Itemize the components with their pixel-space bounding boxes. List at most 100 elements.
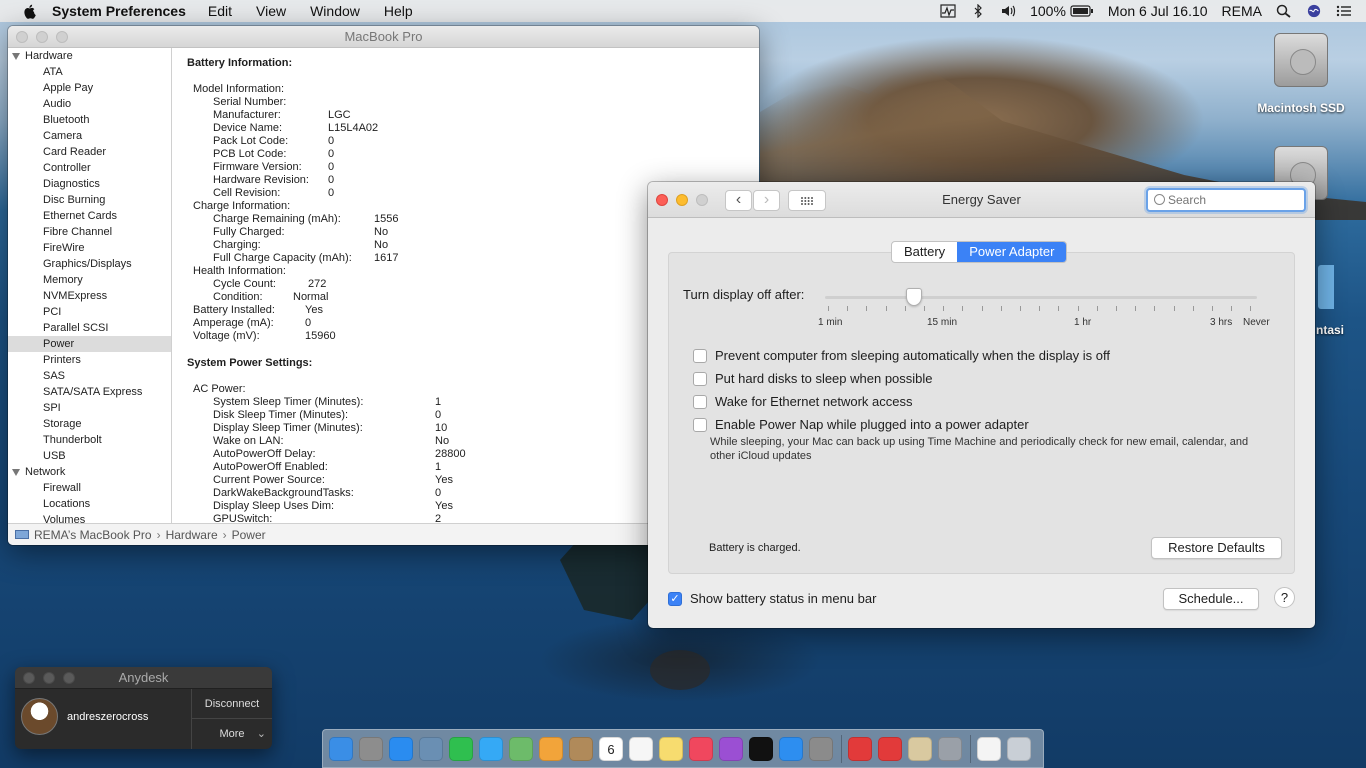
battery-percentage[interactable]: 100% — [1030, 3, 1066, 19]
zoom-button[interactable] — [696, 194, 708, 206]
maps-icon[interactable] — [509, 736, 533, 761]
sidebar-item-ata[interactable]: ATA — [8, 64, 171, 80]
facetime-icon[interactable] — [449, 736, 473, 761]
disclosure-triangle-icon[interactable] — [12, 468, 20, 476]
disclosure-triangle-icon[interactable] — [12, 52, 20, 60]
music-icon[interactable] — [689, 736, 713, 761]
help-button[interactable]: ? — [1274, 587, 1295, 608]
slider-knob[interactable] — [906, 288, 922, 306]
sidebar-item-usb[interactable]: USB — [8, 448, 171, 464]
option-wake-ethernet[interactable]: Wake for Ethernet network access — [693, 394, 913, 409]
minimize-button[interactable] — [43, 672, 55, 684]
breadcrumb-computer[interactable]: REMA’s MacBook Pro — [34, 528, 152, 542]
launchpad-icon[interactable] — [359, 736, 383, 761]
sidebar-item-graphics-displays[interactable]: Graphics/Displays — [8, 256, 171, 272]
sidebar-item-hardware[interactable]: Hardware — [8, 48, 171, 64]
menu-view[interactable]: View — [256, 3, 286, 19]
finder-icon[interactable] — [329, 736, 353, 761]
minimize-button[interactable] — [36, 31, 48, 43]
menu-help[interactable]: Help — [384, 3, 413, 19]
option-show-battery-status[interactable]: ✓ Show battery status in menu bar — [668, 591, 876, 606]
document-icon[interactable] — [977, 736, 1001, 761]
sidebar-item-pci[interactable]: PCI — [8, 304, 171, 320]
sidebar-item-bluetooth[interactable]: Bluetooth — [8, 112, 171, 128]
sidebar-item-audio[interactable]: Audio — [8, 96, 171, 112]
photos-icon[interactable] — [539, 736, 563, 761]
bluetooth-icon[interactable] — [970, 4, 986, 18]
wake-ethernet-checkbox[interactable] — [693, 394, 707, 409]
tab-power-adapter[interactable]: Power Adapter — [957, 242, 1067, 262]
calendar-icon[interactable]: 6 — [599, 736, 623, 761]
reminders-icon[interactable] — [629, 736, 653, 761]
sidebar-item-disc-burning[interactable]: Disc Burning — [8, 192, 171, 208]
sidebar-item-network[interactable]: Network — [8, 464, 171, 480]
sidebar-item-fibre-channel[interactable]: Fibre Channel — [8, 224, 171, 240]
restore-defaults-button[interactable]: Restore Defaults — [1151, 537, 1282, 559]
sidebar-item-card-reader[interactable]: Card Reader — [8, 144, 171, 160]
script-editor-icon[interactable] — [908, 736, 932, 761]
option-disk-sleep[interactable]: Put hard disks to sleep when possible — [693, 371, 933, 386]
tv-icon[interactable] — [749, 736, 773, 761]
minimize-button[interactable] — [676, 194, 688, 206]
menu-app-name[interactable]: System Preferences — [52, 3, 186, 19]
siri-icon[interactable] — [1306, 4, 1322, 18]
show-battery-status-checkbox[interactable]: ✓ — [668, 591, 682, 606]
sidebar-item-controller[interactable]: Controller — [8, 160, 171, 176]
battery-icon[interactable] — [1070, 4, 1094, 18]
display-off-slider[interactable] — [825, 296, 1257, 299]
volume-icon[interactable] — [1000, 4, 1016, 18]
sidebar-item-firewire[interactable]: FireWire — [8, 240, 171, 256]
more-button[interactable]: More ⌄ — [192, 719, 272, 749]
sidebar-item-apple-pay[interactable]: Apple Pay — [8, 80, 171, 96]
schedule-button[interactable]: Schedule... — [1163, 588, 1259, 610]
breadcrumb-power[interactable]: Power — [232, 528, 266, 542]
search-input[interactable] — [1146, 188, 1306, 212]
option-prevent-sleep[interactable]: Prevent computer from sleeping automatic… — [693, 348, 1110, 363]
apple-menu-icon[interactable] — [22, 3, 38, 19]
sidebar-item-ethernet-cards[interactable]: Ethernet Cards — [8, 208, 171, 224]
sidebar-item-power[interactable]: Power — [8, 336, 171, 352]
system-preferences-icon[interactable] — [809, 736, 833, 761]
safari-icon[interactable] — [389, 736, 413, 761]
show-all-button[interactable] — [788, 190, 826, 211]
messages-icon[interactable] — [479, 736, 503, 761]
sidebar-item-camera[interactable]: Camera — [8, 128, 171, 144]
disk-sleep-checkbox[interactable] — [693, 371, 707, 386]
menu-edit[interactable]: Edit — [208, 3, 232, 19]
anydesk-2-icon[interactable] — [878, 736, 902, 761]
sidebar-item-firewall[interactable]: Firewall — [8, 480, 171, 496]
prevent-sleep-checkbox[interactable] — [693, 348, 707, 363]
sidebar-item-nvmexpress[interactable]: NVMExpress — [8, 288, 171, 304]
disk-utility-icon[interactable] — [938, 736, 962, 761]
spotlight-icon[interactable] — [1276, 4, 1292, 18]
tab-battery[interactable]: Battery — [892, 242, 957, 262]
sidebar-item-spi[interactable]: SPI — [8, 400, 171, 416]
breadcrumb-hardware[interactable]: Hardware — [166, 528, 218, 542]
sidebar-item-thunderbolt[interactable]: Thunderbolt — [8, 432, 171, 448]
preview-icon[interactable] — [419, 736, 443, 761]
zoom-button[interactable] — [56, 31, 68, 43]
option-power-nap[interactable]: Enable Power Nap while plugged into a po… — [693, 417, 1029, 432]
sidebar-item-volumes[interactable]: Volumes — [8, 512, 171, 523]
notes-icon[interactable] — [659, 736, 683, 761]
sidebar-item-diagnostics[interactable]: Diagnostics — [8, 176, 171, 192]
back-button[interactable]: ‹ — [725, 190, 752, 211]
sidebar-item-parallel-scsi[interactable]: Parallel SCSI — [8, 320, 171, 336]
menu-clock[interactable]: Mon 6 Jul 16.10 — [1108, 3, 1208, 19]
forward-button[interactable]: › — [753, 190, 780, 211]
zoom-button[interactable] — [63, 672, 75, 684]
desktop-icon-folder[interactable]: ntasi — [1316, 265, 1366, 337]
contacts-icon[interactable] — [569, 736, 593, 761]
power-nap-checkbox[interactable] — [693, 417, 707, 432]
sidebar-item-sas[interactable]: SAS — [8, 368, 171, 384]
trash-icon[interactable] — [1007, 736, 1031, 761]
notification-center-icon[interactable] — [1336, 4, 1352, 18]
sidebar-item-sata-sata-express[interactable]: SATA/SATA Express — [8, 384, 171, 400]
desktop-icon-macintosh-ssd[interactable]: Macintosh SSD — [1256, 33, 1346, 115]
sidebar-item-storage[interactable]: Storage — [8, 416, 171, 432]
sidebar-item-printers[interactable]: Printers — [8, 352, 171, 368]
menu-window[interactable]: Window — [310, 3, 360, 19]
sidebar-item-memory[interactable]: Memory — [8, 272, 171, 288]
close-button[interactable] — [23, 672, 35, 684]
close-button[interactable] — [16, 31, 28, 43]
